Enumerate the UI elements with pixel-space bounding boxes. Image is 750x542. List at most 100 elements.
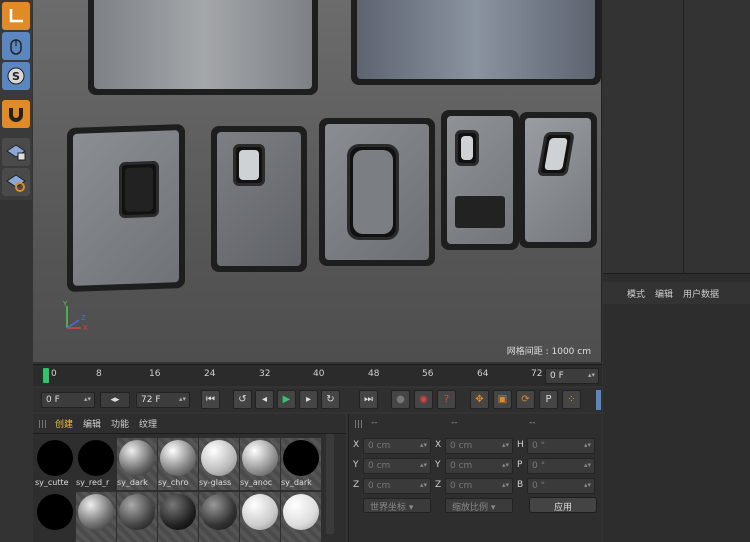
play-icon[interactable]: ▶: [277, 390, 296, 409]
material-swatch[interactable]: sy_dark: [281, 438, 321, 490]
current-frame-field[interactable]: 0 F ▴▾: [41, 392, 95, 408]
dropdown-value: 缩放比例: [452, 503, 489, 513]
coord-label: Z: [353, 480, 360, 490]
svg-text:Y: Y: [62, 300, 68, 308]
grid-lock-icon[interactable]: [2, 138, 30, 166]
field-value: 0 °: [532, 441, 546, 451]
move-key-icon[interactable]: ✥: [470, 390, 489, 409]
material-swatch[interactable]: sy_cutte: [35, 438, 75, 490]
rotation-b-field[interactable]: 0 ° ▴▾: [527, 478, 595, 494]
material-tabs: 创建 编辑 功能 纹理: [33, 414, 346, 434]
axis-tool-icon[interactable]: [2, 2, 30, 30]
material-swatch[interactable]: sy_dark: [117, 438, 157, 490]
end-frame-value: 0 F: [550, 371, 564, 381]
material-label: sy_chro: [158, 478, 189, 487]
door-model-top-right: [351, 0, 601, 85]
field-value: 0 cm: [450, 461, 473, 471]
rotation-p-field[interactable]: 0 ° ▴▾: [527, 458, 595, 474]
coord-label: X: [435, 440, 442, 450]
scale-mode-dropdown[interactable]: 缩放比例 ▾: [445, 498, 513, 513]
material-label: sy_cutte: [35, 478, 69, 487]
snap-s-icon[interactable]: S: [2, 62, 30, 90]
material-swatch[interactable]: [158, 492, 198, 542]
material-swatch[interactable]: sy-glass: [199, 438, 239, 490]
material-swatch[interactable]: sy_chro: [158, 438, 198, 490]
prev-key-icon[interactable]: ↺: [233, 390, 252, 409]
coord-label: Z: [435, 480, 442, 490]
record-disabled-icon[interactable]: ●: [391, 390, 410, 409]
tick-label: 40: [313, 369, 325, 379]
tab-function[interactable]: 功能: [111, 417, 129, 430]
scale-key-icon[interactable]: ▣: [493, 390, 512, 409]
magnet-icon[interactable]: [2, 100, 30, 128]
size-z-field[interactable]: 0 cm ▴▾: [445, 478, 513, 494]
rotate-key-icon[interactable]: ⟳: [516, 390, 535, 409]
end-frame-field[interactable]: 0 F ▴▾: [545, 368, 599, 384]
frame-step-arrows[interactable]: ◂▸: [100, 392, 130, 408]
material-swatch[interactable]: [240, 492, 280, 542]
goto-start-icon[interactable]: ⏮: [201, 390, 220, 409]
c4d-window: S Y X Z 网格间距: 1000 cm 模式 编辑 用户数据 0 8 16…: [0, 0, 750, 542]
coord-system-dropdown[interactable]: 世界坐标 ▾: [363, 498, 431, 513]
max-frame-field[interactable]: 72 F ▴▾: [136, 392, 190, 408]
door-model-2: [211, 126, 307, 272]
tab-create[interactable]: 创建: [55, 417, 73, 430]
material-label: sy_anoc: [240, 478, 273, 487]
position-z-field[interactable]: 0 cm ▴▾: [363, 478, 431, 494]
material-swatch[interactable]: sy_red_r: [76, 438, 116, 490]
apply-button[interactable]: 应用: [529, 497, 597, 513]
panel-grip-icon[interactable]: [355, 420, 363, 428]
coord-header-position: --: [371, 418, 378, 428]
coord-header-size: --: [451, 418, 458, 428]
material-swatch[interactable]: sy_anoc: [240, 438, 280, 490]
tick-label: 48: [368, 369, 380, 379]
material-label: sy_dark: [281, 478, 312, 487]
3d-viewport[interactable]: Y X Z 网格间距 : 1000 cm: [33, 0, 602, 362]
coord-label: H: [517, 440, 524, 450]
param-key-icon[interactable]: P: [539, 390, 558, 409]
position-x-field[interactable]: 0 cm ▴▾: [363, 438, 431, 454]
tick-label: 8: [96, 369, 102, 379]
field-value: 0 cm: [368, 481, 391, 491]
field-value: 0 °: [532, 481, 546, 491]
svg-text:Z: Z: [81, 314, 86, 322]
tab-edit[interactable]: 编辑: [655, 287, 673, 300]
field-value: 0 cm: [368, 441, 391, 451]
mouse-icon[interactable]: [2, 32, 30, 60]
tab-texture[interactable]: 纹理: [139, 417, 157, 430]
size-x-field[interactable]: 0 cm ▴▾: [445, 438, 513, 454]
pla-key-icon[interactable]: ⁘: [562, 390, 581, 409]
position-y-field[interactable]: 0 cm ▴▾: [363, 458, 431, 474]
tab-user-data[interactable]: 用户数据: [683, 287, 719, 300]
tick-label: 24: [204, 369, 216, 379]
material-scrollbar[interactable]: [326, 434, 334, 534]
transport-scroll-icon[interactable]: [596, 390, 601, 410]
size-y-field[interactable]: 0 cm ▴▾: [445, 458, 513, 474]
material-manager: 创建 编辑 功能 纹理 sy_cutte sy_red_r sy_dark sy…: [33, 414, 346, 542]
record-icon[interactable]: ◉: [414, 390, 433, 409]
material-label: sy_dark: [117, 478, 148, 487]
tab-edit[interactable]: 编辑: [83, 417, 101, 430]
axis-gizmo-icon: Y X Z: [62, 300, 88, 332]
field-value: 0 °: [532, 461, 546, 471]
coordinates-manager: -- -- -- X 0 cm ▴▾ X 0 cm ▴▾ H 0 ° ▴▾ Y 0 c…: [348, 414, 602, 542]
help-key-icon[interactable]: ?: [437, 390, 456, 409]
material-swatch[interactable]: [117, 492, 157, 542]
tab-mode[interactable]: 模式: [627, 287, 645, 300]
next-key-icon[interactable]: ↻: [321, 390, 340, 409]
current-frame-value: 0 F: [46, 395, 60, 405]
rotation-h-field[interactable]: 0 ° ▴▾: [527, 438, 595, 454]
material-swatch[interactable]: [35, 492, 75, 542]
prev-frame-icon[interactable]: ◂: [255, 390, 274, 409]
tick-label: 16: [149, 369, 161, 379]
transport-bar: 0 F ▴▾ ◂▸ 72 F ▴▾ ⏮ ↺ ◂ ▶ ▸ ↻ ⏭ ● ◉ ? ✥ ▣ …: [33, 388, 602, 412]
goto-end-icon[interactable]: ⏭: [359, 390, 378, 409]
grid-snap-icon[interactable]: [2, 168, 30, 196]
material-swatch[interactable]: [199, 492, 239, 542]
material-swatch[interactable]: [281, 492, 321, 542]
coord-label: Y: [353, 460, 359, 470]
material-swatch[interactable]: [76, 492, 116, 542]
timeline-ruler[interactable]: 0 8 16 24 32 40 48 56 64 72 0 F ▴▾: [33, 364, 602, 386]
next-frame-icon[interactable]: ▸: [299, 390, 318, 409]
coord-label: X: [353, 440, 360, 450]
